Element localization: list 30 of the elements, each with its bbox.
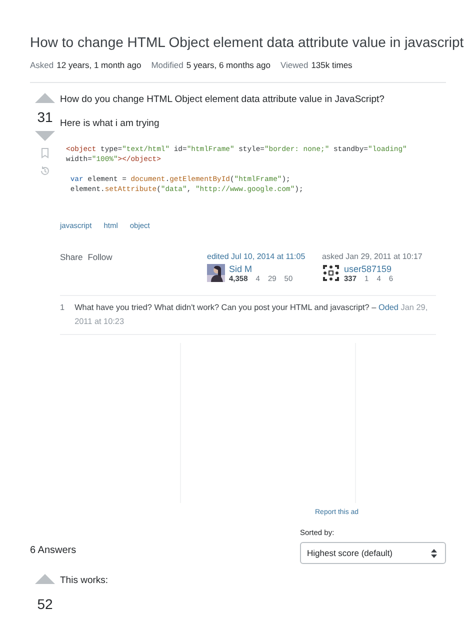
comment-author-link[interactable]: Oded	[378, 303, 398, 312]
comment-text: What have you tried? What didn't work? Can you post your HTML and javascript? – Oded Jan 29, 2011 at 10:23	[74, 302, 429, 328]
meta-label: Viewed	[280, 60, 308, 70]
comment-score: 1	[60, 302, 65, 314]
action-link[interactable]: Follow	[88, 252, 112, 262]
action-link[interactable]: Share	[60, 252, 83, 262]
post-timestamp: asked Jan 29, 2011 at 10:17	[322, 252, 424, 261]
meta-label: Asked	[30, 60, 54, 70]
downvote-icon[interactable]	[35, 131, 55, 141]
identicon-icon	[322, 264, 340, 282]
sort-dropdown[interactable]: Highest score (default)	[300, 542, 446, 564]
meta-value: 135k times	[311, 60, 352, 70]
question-title: How to change HTML Object element data attribute value in javascript	[30, 33, 464, 52]
meta-value: 5 years, 6 months ago	[186, 60, 270, 70]
bookmark-icon[interactable]	[39, 147, 51, 159]
user-name[interactable]: user587159	[344, 264, 392, 274]
meta-label: Modified	[151, 60, 184, 70]
answer-text: This works:	[60, 574, 110, 587]
vote-count: 52	[37, 596, 53, 612]
upvote-icon[interactable]	[35, 93, 55, 103]
answers-count: 6 Answers	[30, 545, 76, 556]
user-name[interactable]: Sid M	[229, 264, 252, 274]
history-icon[interactable]	[39, 165, 51, 177]
question-text: Here is what i am trying	[60, 117, 160, 130]
caret-icon	[431, 548, 437, 558]
post-timestamp[interactable]: edited Jul 10, 2014 at 11:05	[207, 252, 322, 261]
upvote-icon[interactable]	[35, 574, 55, 584]
vote-count: 31	[37, 109, 53, 125]
meta-value: 12 years, 1 month ago	[56, 60, 142, 70]
question-text: How do you change HTML Object element data attribute value in JavaScript?	[60, 93, 386, 106]
